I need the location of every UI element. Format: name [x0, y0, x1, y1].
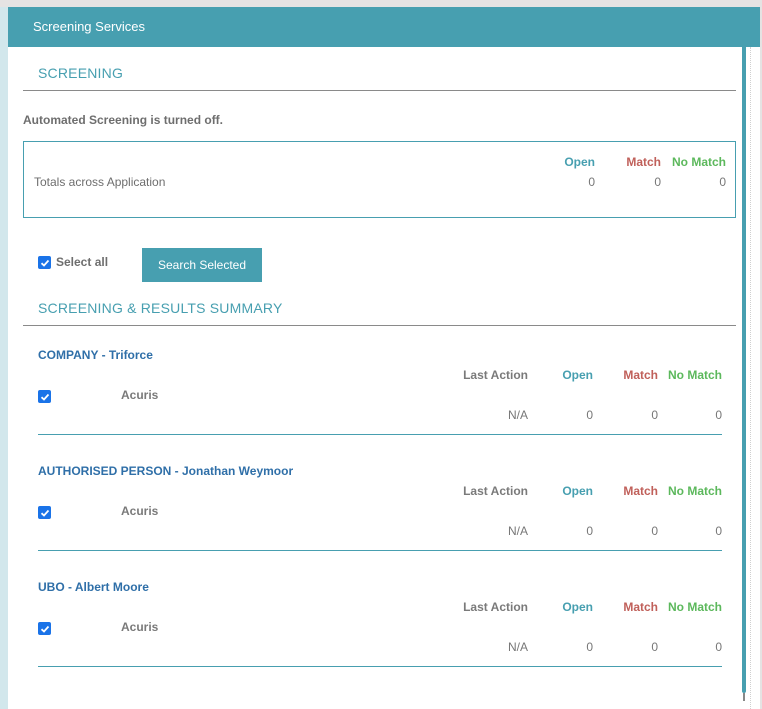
- no-match-value: 0: [715, 408, 722, 422]
- no-match-value: 0: [715, 524, 722, 538]
- no-match-value: 0: [715, 640, 722, 654]
- checkmark-icon: [40, 509, 49, 517]
- totals-open-header: Open: [564, 155, 595, 169]
- summary-section-title: SCREENING & RESULTS SUMMARY: [38, 300, 283, 316]
- last-action-value: N/A: [507, 640, 528, 654]
- entity-title: AUTHORISED PERSON - Jonathan Weymoor: [38, 464, 294, 478]
- open-value: 0: [586, 524, 593, 538]
- totals-open-value: 0: [588, 175, 595, 189]
- screening-services-panel: Screening Services SCREENING Automated S…: [8, 7, 760, 709]
- last-action-header: Last Action: [463, 600, 528, 614]
- last-action-value: N/A: [507, 408, 528, 422]
- provider-name: Acuris: [121, 620, 159, 634]
- provider-name: Acuris: [121, 388, 159, 402]
- match-value: 0: [651, 408, 658, 422]
- search-selected-button[interactable]: Search Selected: [142, 248, 262, 282]
- no-match-header: No Match: [668, 600, 722, 614]
- automated-screening-notice: Automated Screening is turned off.: [23, 113, 224, 127]
- entity-divider: [38, 666, 722, 667]
- totals-no-match-value: 0: [719, 175, 726, 189]
- last-action-value: N/A: [507, 524, 528, 538]
- scrollbar-end: [743, 693, 745, 701]
- entity-title: COMPANY - Triforce: [38, 348, 153, 362]
- provider-name: Acuris: [121, 504, 159, 518]
- scrollbar-track[interactable]: [750, 47, 760, 709]
- select-all-label[interactable]: Select all: [56, 255, 108, 269]
- totals-match-value: 0: [654, 175, 661, 189]
- entity-row: AUTHORISED PERSON - Jonathan Weymoor Las…: [38, 464, 722, 580]
- last-action-header: Last Action: [463, 368, 528, 382]
- entity-divider: [38, 550, 722, 551]
- no-match-header: No Match: [668, 368, 722, 382]
- checkmark-icon: [40, 259, 49, 267]
- section-divider: [23, 325, 736, 326]
- left-background-strip: [0, 7, 8, 709]
- totals-label: Totals across Application: [34, 175, 166, 189]
- open-value: 0: [586, 640, 593, 654]
- match-value: 0: [651, 524, 658, 538]
- no-match-header: No Match: [668, 484, 722, 498]
- last-action-header: Last Action: [463, 484, 528, 498]
- entity-checkbox[interactable]: [38, 506, 51, 519]
- entity-divider: [38, 434, 722, 435]
- entity-title: UBO - Albert Moore: [38, 580, 149, 594]
- totals-no-match-header: No Match: [672, 155, 726, 169]
- match-header: Match: [623, 600, 658, 614]
- totals-box: Totals across Application Open Match No …: [23, 141, 736, 218]
- open-header: Open: [562, 368, 593, 382]
- open-header: Open: [562, 600, 593, 614]
- open-value: 0: [586, 408, 593, 422]
- screening-section-title: SCREENING: [38, 65, 124, 81]
- select-all-checkbox[interactable]: [38, 256, 51, 269]
- entity-row: COMPANY - Triforce Last Action Open Matc…: [38, 348, 722, 464]
- open-header: Open: [562, 484, 593, 498]
- totals-match-header: Match: [626, 155, 661, 169]
- match-header: Match: [623, 368, 658, 382]
- checkmark-icon: [40, 393, 49, 401]
- checkmark-icon: [40, 625, 49, 633]
- entity-checkbox[interactable]: [38, 622, 51, 635]
- entity-row: UBO - Albert Moore Last Action Open Matc…: [38, 580, 722, 696]
- section-divider: [23, 90, 736, 91]
- entity-checkbox[interactable]: [38, 390, 51, 403]
- match-value: 0: [651, 640, 658, 654]
- match-header: Match: [623, 484, 658, 498]
- panel-header: Screening Services: [8, 7, 760, 47]
- scrollbar-thumb[interactable]: [742, 45, 746, 693]
